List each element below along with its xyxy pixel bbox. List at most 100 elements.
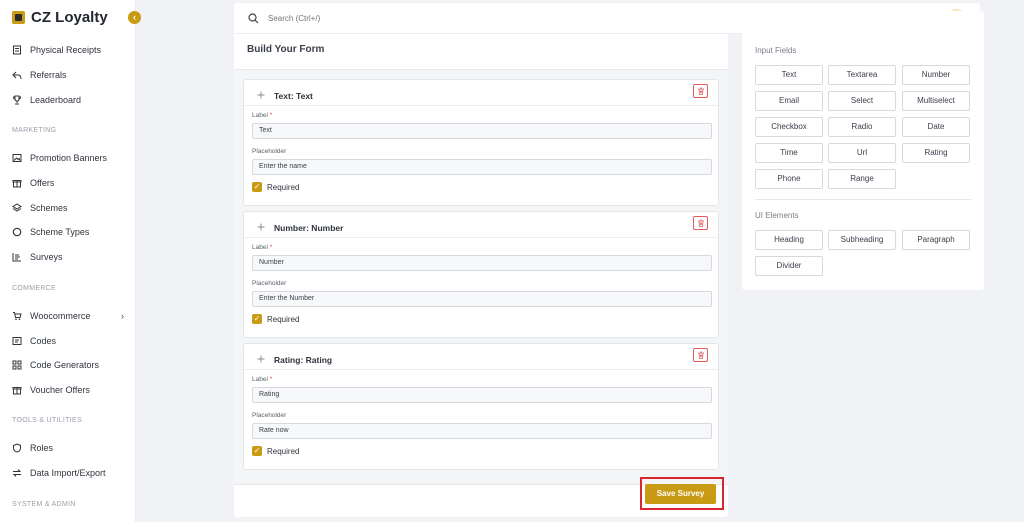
code-icon [12, 337, 22, 345]
form-builder-card: SA Build Your Form Text: Text Label * Te… [234, 3, 980, 517]
label-input[interactable]: Rating [252, 387, 712, 403]
form-field-card[interactable]: Rating: Rating Label * Rating Placeholde… [243, 343, 719, 470]
cart-icon [13, 312, 22, 321]
palette-button-email[interactable]: Email [755, 91, 823, 111]
sidebar-item-offers[interactable]: Offers [12, 178, 124, 188]
brand-name: CZ Loyalty [31, 9, 108, 26]
form-field-card[interactable]: Number: Number Label * Number Placeholde… [243, 211, 719, 338]
palette-button-rating[interactable]: Rating [902, 143, 970, 163]
delete-field-button[interactable] [693, 348, 708, 362]
palette-button-text[interactable]: Text [755, 65, 823, 85]
palette-button-phone[interactable]: Phone [755, 169, 823, 189]
placeholder-input[interactable]: Enter the name [252, 159, 712, 175]
sidebar-item-voucher-offers[interactable]: Voucher Offers [12, 385, 124, 395]
sidebar-item-scheme-types[interactable]: Scheme Types [12, 227, 124, 237]
label-caption: Label * [252, 376, 273, 383]
palette-button-heading[interactable]: Heading [755, 230, 823, 250]
sidebar-item-surveys[interactable]: Surveys [12, 252, 124, 262]
required-checkbox-row[interactable]: ✓ Required [252, 182, 299, 192]
form-field-card[interactable]: Text: Text Label * Text Placeholder Ente… [243, 79, 719, 206]
element-palette: Input Fields Text Textarea Number Email Sele… [742, 11, 984, 290]
placeholder-input[interactable]: Enter the Number [252, 291, 712, 307]
label-caption: Label * [252, 244, 273, 251]
drag-handle-icon[interactable] [257, 355, 265, 363]
field-title: Rating: Rating [274, 355, 333, 365]
sidebar-item-label: Voucher Offers [30, 385, 90, 395]
sidebar-item-label: Woocommerce [30, 311, 91, 321]
drag-handle-icon[interactable] [257, 223, 265, 231]
sidebar-item-schemes[interactable]: Schemes [12, 203, 124, 213]
sidebar-item-referrals[interactable]: Referrals [12, 70, 124, 80]
sidebar-item-label: Data Import/Export [30, 468, 106, 478]
circle-icon [12, 227, 22, 237]
trash-icon [697, 87, 704, 95]
required-checkbox[interactable]: ✓ [252, 314, 262, 324]
palette-button-subheading[interactable]: Subheading [828, 230, 896, 250]
required-checkbox-row[interactable]: ✓ Required [252, 446, 299, 456]
label-input[interactable]: Number [252, 255, 712, 271]
search-icon[interactable] [248, 13, 259, 24]
sidebar-item-promotion-banners[interactable]: Promotion Banners [12, 153, 124, 163]
sidebar-item-label: Scheme Types [30, 227, 90, 237]
required-checkbox[interactable]: ✓ [252, 182, 262, 192]
brand-logo-icon [12, 11, 25, 24]
delete-field-button[interactable] [693, 84, 708, 98]
gift-icon [12, 180, 22, 188]
form-fields-area: Text: Text Label * Text Placeholder Ente… [234, 69, 728, 485]
sidebar-item-label: Schemes [30, 203, 68, 213]
sidebar-item-woocommerce[interactable]: Woocommerce › [12, 311, 124, 321]
palette-button-url[interactable]: Url [828, 143, 896, 163]
trophy-icon [12, 95, 22, 105]
sidebar-collapse-button[interactable]: ‹ [128, 11, 141, 24]
list-icon [12, 253, 21, 262]
label-input[interactable]: Text [252, 123, 712, 139]
palette-button-date[interactable]: Date [902, 117, 970, 137]
chevron-right-icon: › [121, 311, 124, 321]
sidebar-item-label: Roles [30, 443, 54, 453]
palette-button-textarea[interactable]: Textarea [828, 65, 896, 85]
delete-field-button[interactable] [693, 216, 708, 230]
sidebar-section-marketing: MARKETING [12, 127, 57, 134]
search-input[interactable] [268, 11, 468, 26]
palette-button-radio[interactable]: Radio [828, 117, 896, 137]
palette-button-range[interactable]: Range [828, 169, 896, 189]
sidebar-item-data-import-export[interactable]: Data Import/Export [12, 468, 124, 478]
shield-icon [13, 443, 21, 453]
palette-button-number[interactable]: Number [902, 65, 970, 85]
placeholder-input[interactable]: Rate now [252, 423, 712, 439]
share-icon [12, 71, 22, 80]
generator-icon [12, 360, 22, 370]
palette-button-checkbox[interactable]: Checkbox [755, 117, 823, 137]
palette-button-divider[interactable]: Divider [755, 256, 823, 276]
sidebar-item-leaderboard[interactable]: Leaderboard [12, 95, 124, 105]
layers-icon [12, 203, 22, 212]
placeholder-caption: Placeholder [252, 412, 287, 419]
sidebar-item-label: Physical Receipts [30, 45, 102, 55]
palette-button-paragraph[interactable]: Paragraph [902, 230, 970, 250]
label-caption: Label * [252, 112, 273, 119]
palette-button-select[interactable]: Select [828, 91, 896, 111]
drag-handle-icon[interactable] [257, 91, 265, 99]
save-survey-button[interactable]: Save Survey [645, 484, 716, 504]
sidebar-item-roles[interactable]: Roles [12, 443, 124, 453]
sidebar-item-label: Codes [30, 336, 57, 346]
sidebar-item-physical-receipts[interactable]: Physical Receipts [12, 45, 124, 55]
sidebar-item-label: Surveys [30, 252, 63, 262]
palette-button-time[interactable]: Time [755, 143, 823, 163]
trash-icon [697, 219, 704, 227]
required-label: Required [267, 182, 300, 192]
sidebar-section-commerce: COMMERCE [12, 285, 57, 292]
placeholder-caption: Placeholder [252, 280, 287, 287]
palette-button-multiselect[interactable]: Multiselect [902, 91, 970, 111]
sidebar-item-label: Code Generators [30, 360, 100, 370]
required-checkbox-row[interactable]: ✓ Required [252, 314, 299, 324]
sidebar-item-code-generators[interactable]: Code Generators [12, 360, 124, 370]
placeholder-caption: Placeholder [252, 148, 287, 155]
image-icon [12, 154, 22, 162]
field-header: Number: Number [244, 212, 718, 238]
brand[interactable]: CZ Loyalty [12, 9, 108, 26]
sidebar-item-codes[interactable]: Codes [12, 336, 124, 346]
receipt-icon [13, 45, 21, 55]
required-checkbox[interactable]: ✓ [252, 446, 262, 456]
page-title: Build Your Form [247, 44, 325, 55]
